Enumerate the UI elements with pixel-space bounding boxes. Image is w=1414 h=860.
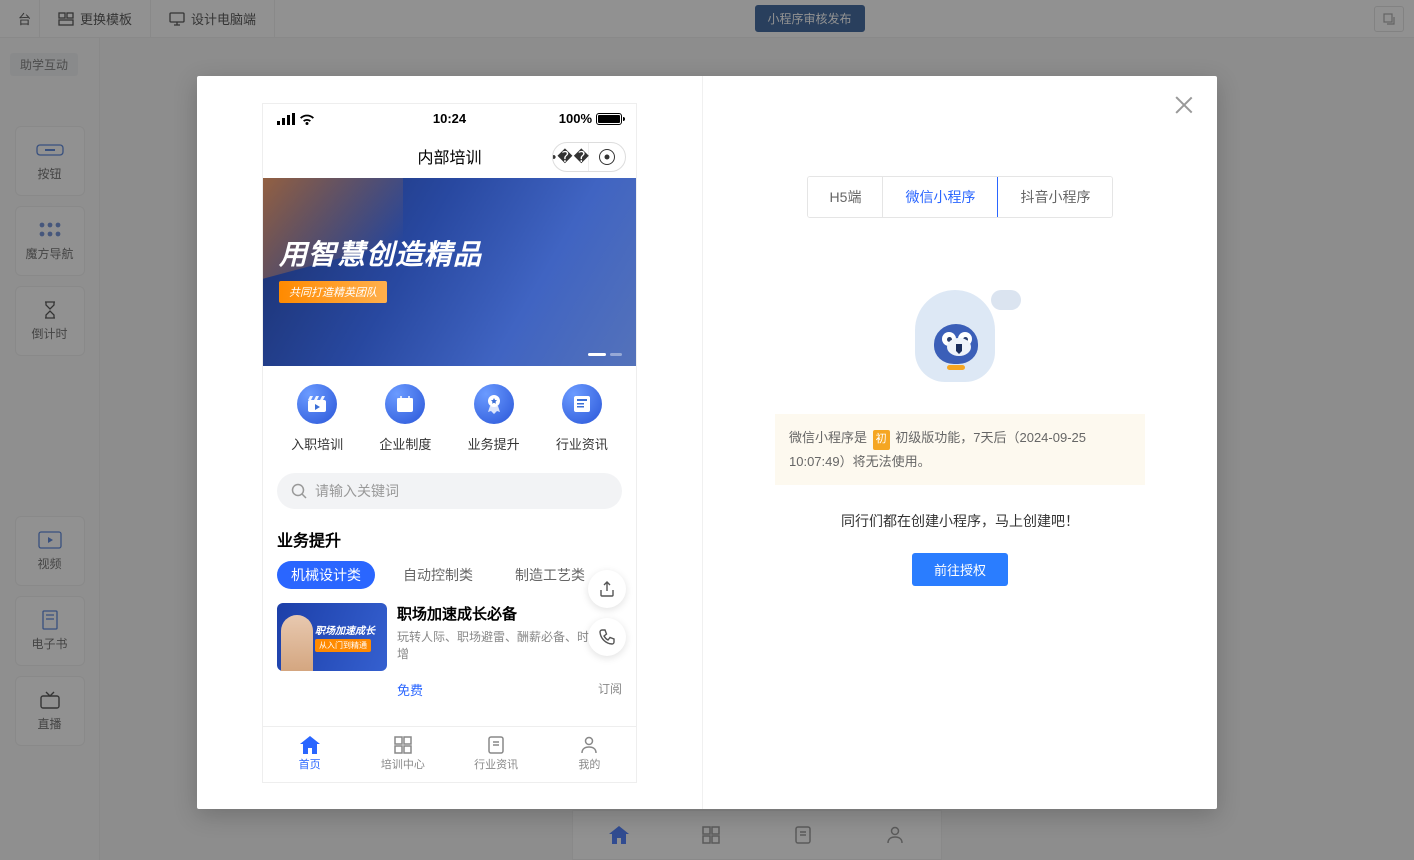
tab-mine[interactable]: 我的 <box>543 727 636 782</box>
chip-automation[interactable]: 自动控制类 <box>389 561 487 589</box>
level-tag: 初 <box>873 430 890 450</box>
search-input[interactable]: 请输入关键词 <box>277 473 622 509</box>
course-price: 免费 <box>397 680 423 699</box>
share-icon <box>599 581 615 597</box>
close-button[interactable] <box>1173 94 1195 116</box>
wechat-capsule[interactable]: •�� <box>552 142 626 172</box>
nav-item-skill[interactable]: 业务提升 <box>468 384 520 453</box>
grid4-icon <box>394 736 412 754</box>
capsule-close-icon[interactable] <box>589 143 625 171</box>
owl-illustration <box>905 288 1015 388</box>
chip-mechanical[interactable]: 机械设计类 <box>277 561 375 589</box>
auth-panel: H5端 微信小程序 抖音小程序 微信小程序是 初 初级版功能，7天后（2024-… <box>703 76 1217 809</box>
category-chips: 机械设计类 自动控制类 制造工艺类 <box>263 561 636 599</box>
cta-text: 同行们都在创建小程序，马上创建吧！ <box>841 511 1079 531</box>
battery-icon <box>596 113 622 125</box>
section-title: 业务提升 <box>263 523 636 561</box>
battery-text: 100% <box>559 111 592 126</box>
home-icon <box>300 736 320 754</box>
authorize-button[interactable]: 前往授权 <box>912 553 1008 586</box>
share-button[interactable] <box>588 570 626 608</box>
signal-icon <box>277 113 295 125</box>
tab-h5[interactable]: H5端 <box>808 177 884 217</box>
clapper-icon <box>307 395 327 413</box>
chip-manufacturing[interactable]: 制造工艺类 <box>501 561 599 589</box>
user-icon <box>580 736 598 754</box>
phone-icon <box>599 629 615 645</box>
notice-box: 微信小程序是 初 初级版功能，7天后（2024-09-25 10:07:49）将… <box>775 414 1145 485</box>
course-thumbnail: 职场加速成长 从入门到精通 <box>277 603 387 671</box>
tab-home[interactable]: 首页 <box>263 727 356 782</box>
phone-frame: 10:24 100% 内部培训 •�� 用智慧创造精品 共同打造精英团队 <box>262 103 637 783</box>
wifi-icon <box>299 113 315 125</box>
banner-dots <box>588 353 622 356</box>
status-time: 10:24 <box>433 111 466 126</box>
tab-news[interactable]: 行业资讯 <box>450 727 543 782</box>
doc-icon <box>487 736 505 754</box>
tab-training[interactable]: 培训中心 <box>356 727 449 782</box>
course-subscribe[interactable]: 订阅 <box>598 680 622 699</box>
nav-item-onboarding[interactable]: 入职培训 <box>291 384 343 453</box>
medal-icon <box>485 394 503 414</box>
tab-douyin[interactable]: 抖音小程序 <box>997 177 1112 217</box>
platform-tabs: H5端 微信小程序 抖音小程序 <box>807 176 1114 218</box>
search-icon <box>291 483 307 499</box>
banner-title: 用智慧创造精品 <box>279 233 620 273</box>
tab-wechat[interactable]: 微信小程序 <box>882 176 998 218</box>
preview-panel: 10:24 100% 内部培训 •�� 用智慧创造精品 共同打造精英团队 <box>197 76 703 809</box>
capsule-more-icon[interactable]: •�� <box>553 143 589 171</box>
status-bar: 10:24 100% <box>263 104 636 134</box>
phone-tabbar: 首页 培训中心 行业资讯 我的 <box>263 726 636 782</box>
phone-button[interactable] <box>588 618 626 656</box>
nav-item-news[interactable]: 行业资讯 <box>556 384 608 453</box>
app-header: 内部培训 •�� <box>263 134 636 178</box>
calendar-icon <box>396 395 414 413</box>
course-card[interactable]: 职场加速成长 从入门到精通 职场加速成长必备 玩转人际、职场避雷、酬薪必备、时间… <box>263 599 636 699</box>
app-title: 内部培训 <box>417 144 481 168</box>
publish-modal: 10:24 100% 内部培训 •�� 用智慧创造精品 共同打造精英团队 <box>197 76 1217 809</box>
news-icon <box>573 395 591 413</box>
banner-subtitle: 共同打造精英团队 <box>279 281 387 303</box>
nav-item-policy[interactable]: 企业制度 <box>379 384 431 453</box>
hero-banner[interactable]: 用智慧创造精品 共同打造精英团队 <box>263 178 636 366</box>
nav-grid: 入职培训 企业制度 业务提升 行业资讯 <box>263 366 636 467</box>
